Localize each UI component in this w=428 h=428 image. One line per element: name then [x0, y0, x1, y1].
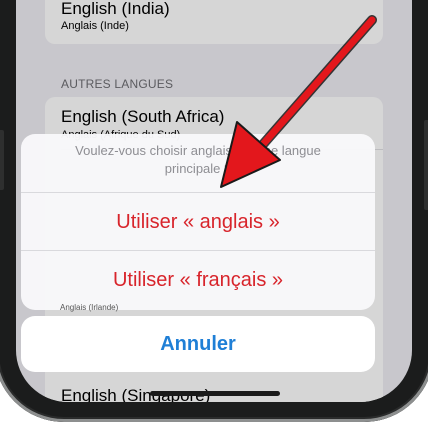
phone-screenshot: English (India) Anglais (Inde) AUTRES LA…: [0, 0, 428, 428]
annotation-arrow-icon: [220, 15, 377, 188]
